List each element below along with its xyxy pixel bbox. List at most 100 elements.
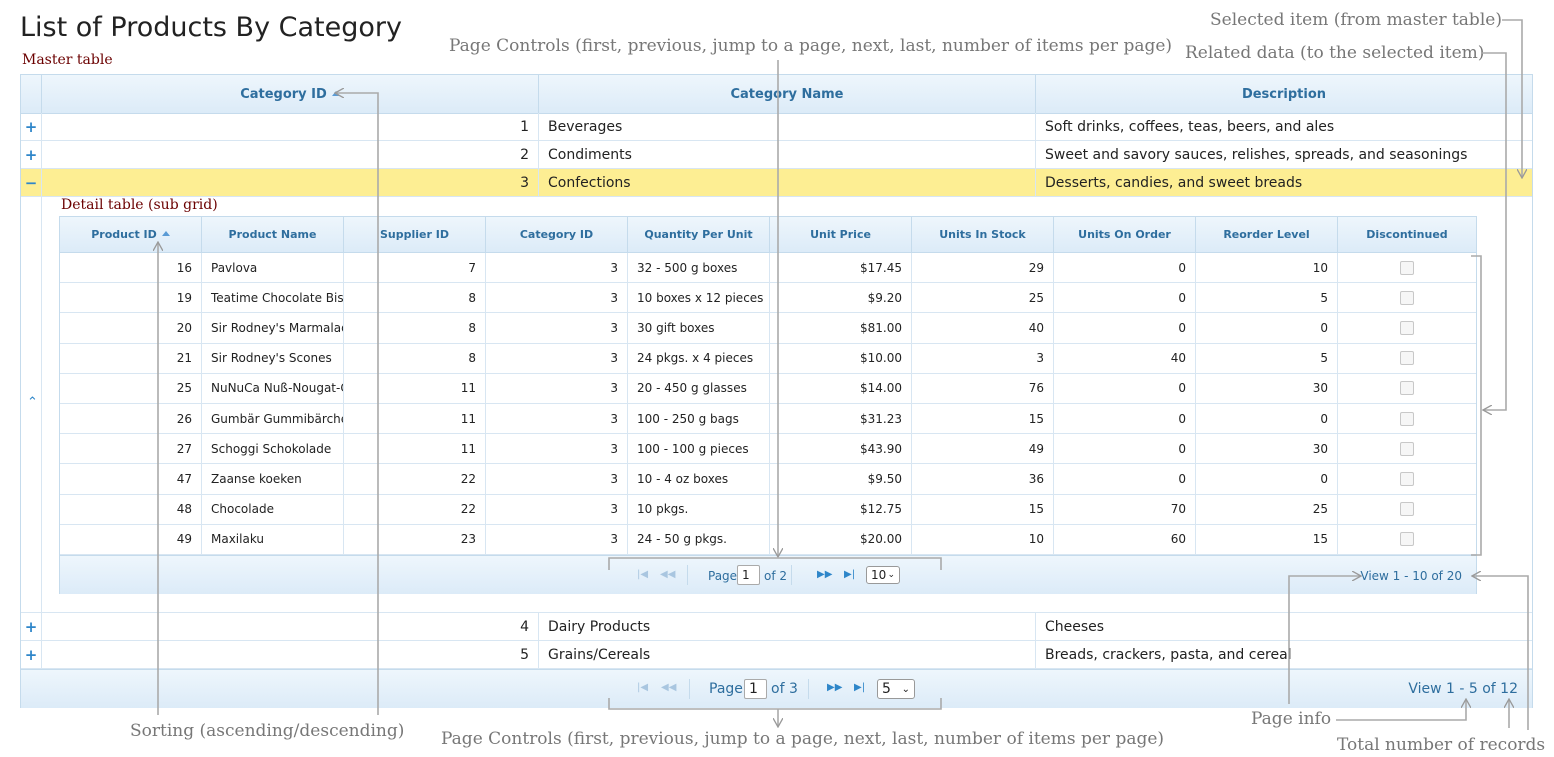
rows-per-page-select[interactable]: 10 ⌄	[866, 566, 900, 584]
first-page-icon[interactable]: |◀	[637, 682, 648, 693]
unit-price-cell: $9.20	[770, 283, 912, 313]
plus-icon[interactable]: +	[21, 613, 42, 640]
sort-asc-icon[interactable]	[161, 231, 170, 236]
column-header-discontinued[interactable]: Discontinued	[1338, 217, 1476, 252]
table-row[interactable]: 47 Zaanse koeken 22 3 10 - 4 oz boxes $9.50 36…	[60, 464, 1476, 495]
discontinued-checkbox[interactable]	[1400, 290, 1414, 305]
quantity-per-unit-cell: 100 - 250 g bags	[628, 404, 770, 434]
chevron-up-icon[interactable]: ⌃	[27, 395, 38, 410]
category-id-cell: 3	[486, 524, 628, 554]
detail-pager: |◀ ◀◀ Page 1 of 2 ▶▶ ▶| 10 ⌄ View 1 - 10 …	[60, 555, 1476, 594]
product-id-cell: 48	[60, 494, 202, 524]
table-row[interactable]: 26 Gumbär Gummibärchen 11 3 100 - 250 g bags…	[60, 404, 1476, 435]
plus-icon[interactable]: +	[21, 641, 42, 668]
rows-per-page-select[interactable]: 5 ⌄	[877, 679, 915, 699]
column-header-supplier-id[interactable]: Supplier ID	[344, 217, 486, 252]
discontinued-checkbox[interactable]	[1400, 502, 1414, 517]
category-name-cell: Condiments	[539, 141, 1036, 168]
reorder-level-cell: 15	[1196, 524, 1338, 554]
discontinued-checkbox[interactable]	[1400, 320, 1414, 335]
discontinued-cell	[1338, 344, 1476, 373]
product-id-cell: 19	[60, 283, 202, 313]
page-number-input[interactable]: 1	[744, 679, 767, 699]
column-header-category-id[interactable]: Category ID	[486, 217, 628, 252]
chevron-down-icon: ⌄	[901, 683, 910, 695]
column-header-quantity-per-unit[interactable]: Quantity Per Unit	[628, 217, 770, 252]
supplier-id-cell: 7	[344, 253, 486, 283]
column-header-units-on-order[interactable]: Units On Order	[1054, 217, 1196, 252]
next-page-icon[interactable]: ▶▶	[817, 569, 832, 580]
category-name-cell: Grains/Cereals	[539, 641, 1036, 668]
unit-price-cell: $12.75	[770, 494, 912, 524]
discontinued-checkbox[interactable]	[1400, 441, 1414, 456]
product-name-cell: Zaanse koeken	[202, 464, 344, 494]
annotation-total-records: Total number of records	[1337, 735, 1546, 755]
table-row[interactable]: 48 Chocolade 22 3 10 pkgs. $12.75 15 70 25	[60, 494, 1476, 525]
discontinued-checkbox[interactable]	[1400, 260, 1414, 275]
last-page-icon[interactable]: ▶|	[844, 569, 855, 580]
reorder-level-cell: 5	[1196, 283, 1338, 313]
discontinued-checkbox[interactable]	[1400, 351, 1414, 366]
units-in-stock-cell: 36	[912, 464, 1054, 494]
units-in-stock-cell: 49	[912, 434, 1054, 464]
next-page-icon[interactable]: ▶▶	[827, 682, 842, 693]
table-row[interactable]: 21 Sir Rodney's Scones 8 3 24 pkgs. x 4 piec…	[60, 343, 1476, 374]
product-id-cell: 20	[60, 313, 202, 343]
column-header-product-name[interactable]: Product Name	[202, 217, 344, 252]
reorder-level-cell: 10	[1196, 253, 1338, 283]
minus-icon[interactable]: −	[21, 169, 42, 196]
master-row[interactable]: + 4 Dairy Products Cheeses	[21, 613, 1532, 641]
table-row[interactable]: 25NuNuCa Nuß-Nougat-Creme11320 - 450 g g…	[60, 373, 1476, 404]
annotation-related-data: Related data (to the selected item)	[1185, 43, 1485, 63]
table-row[interactable]: 20 Sir Rodney's Marmalade 8 3 30 gift boxes $…	[60, 313, 1476, 344]
supplier-id-cell: 8	[344, 313, 486, 343]
description-cell: Soft drinks, coffees, teas, beers, and a…	[1045, 118, 1335, 135]
discontinued-cell	[1338, 525, 1476, 554]
supplier-id-cell: 22	[344, 494, 486, 524]
last-page-icon[interactable]: ▶|	[854, 682, 865, 693]
column-header-description[interactable]: Description	[1036, 75, 1532, 113]
discontinued-checkbox[interactable]	[1400, 532, 1414, 547]
discontinued-cell	[1338, 374, 1476, 403]
master-row[interactable]: + 5 Grains/Cereals Breads, crackers, pas…	[21, 641, 1532, 669]
prev-page-icon[interactable]: ◀◀	[661, 682, 676, 693]
quantity-per-unit-cell: 32 - 500 g boxes	[628, 253, 770, 283]
column-header-reorder-level[interactable]: Reorder Level	[1196, 217, 1338, 252]
column-header-unit-price[interactable]: Unit Price	[770, 217, 912, 252]
table-row[interactable]: 49 Maxilaku 23 3 24 - 50 g pkgs. $20.00 10 60 15	[60, 524, 1476, 555]
table-row[interactable]: 16 Pavlova 7 3 32 - 500 g boxes $17.45 29 0 10	[60, 253, 1476, 284]
unit-price-cell: $20.00	[770, 524, 912, 554]
master-row[interactable]: + 2 Condiments Sweet and savory sauces, …	[21, 141, 1532, 169]
column-header-category-id[interactable]: Category ID	[42, 75, 539, 113]
master-row-selected[interactable]: − 3 Confections Desserts, candies, and s…	[21, 169, 1532, 197]
column-header-units-in-stock[interactable]: Units In Stock	[912, 217, 1054, 252]
table-row[interactable]: 19Teatime Chocolate Biscuits8310 boxes x…	[60, 283, 1476, 314]
discontinued-checkbox[interactable]	[1400, 381, 1414, 396]
quantity-per-unit-cell: 10 pkgs.	[628, 494, 770, 524]
product-id-cell: 16	[60, 253, 202, 283]
category-id-cell: 3	[42, 169, 539, 196]
reorder-level-cell: 30	[1196, 373, 1338, 403]
plus-icon[interactable]: +	[21, 113, 42, 140]
discontinued-checkbox[interactable]	[1400, 471, 1414, 486]
prev-page-icon[interactable]: ◀◀	[660, 569, 675, 580]
table-row[interactable]: 27 Schoggi Schokolade 11 3 100 - 100 g piece…	[60, 434, 1476, 465]
column-header-product-id[interactable]: Product ID	[60, 217, 202, 252]
product-name-cell: Chocolade	[202, 494, 344, 524]
sort-asc-icon[interactable]	[331, 90, 340, 96]
page-number-input[interactable]: 1	[737, 565, 760, 585]
units-on-order-cell: 0	[1054, 434, 1196, 464]
supplier-id-cell: 11	[344, 373, 486, 403]
discontinued-cell	[1338, 434, 1476, 463]
unit-price-cell: $43.90	[770, 434, 912, 464]
first-page-icon[interactable]: |◀	[637, 569, 648, 580]
column-header-category-name[interactable]: Category Name	[539, 75, 1036, 113]
category-id-cell: 3	[486, 283, 628, 313]
discontinued-checkbox[interactable]	[1400, 411, 1414, 426]
plus-icon[interactable]: +	[21, 141, 42, 168]
master-row[interactable]: + 1 Beverages Soft drinks, coffees, teas…	[21, 113, 1532, 141]
description-cell: Sweet and savory sauces, relishes, sprea…	[1045, 146, 1468, 163]
product-name-cell: Gumbär Gummibärchen	[202, 404, 344, 434]
discontinued-cell	[1338, 495, 1476, 524]
pager-separator	[808, 679, 809, 699]
